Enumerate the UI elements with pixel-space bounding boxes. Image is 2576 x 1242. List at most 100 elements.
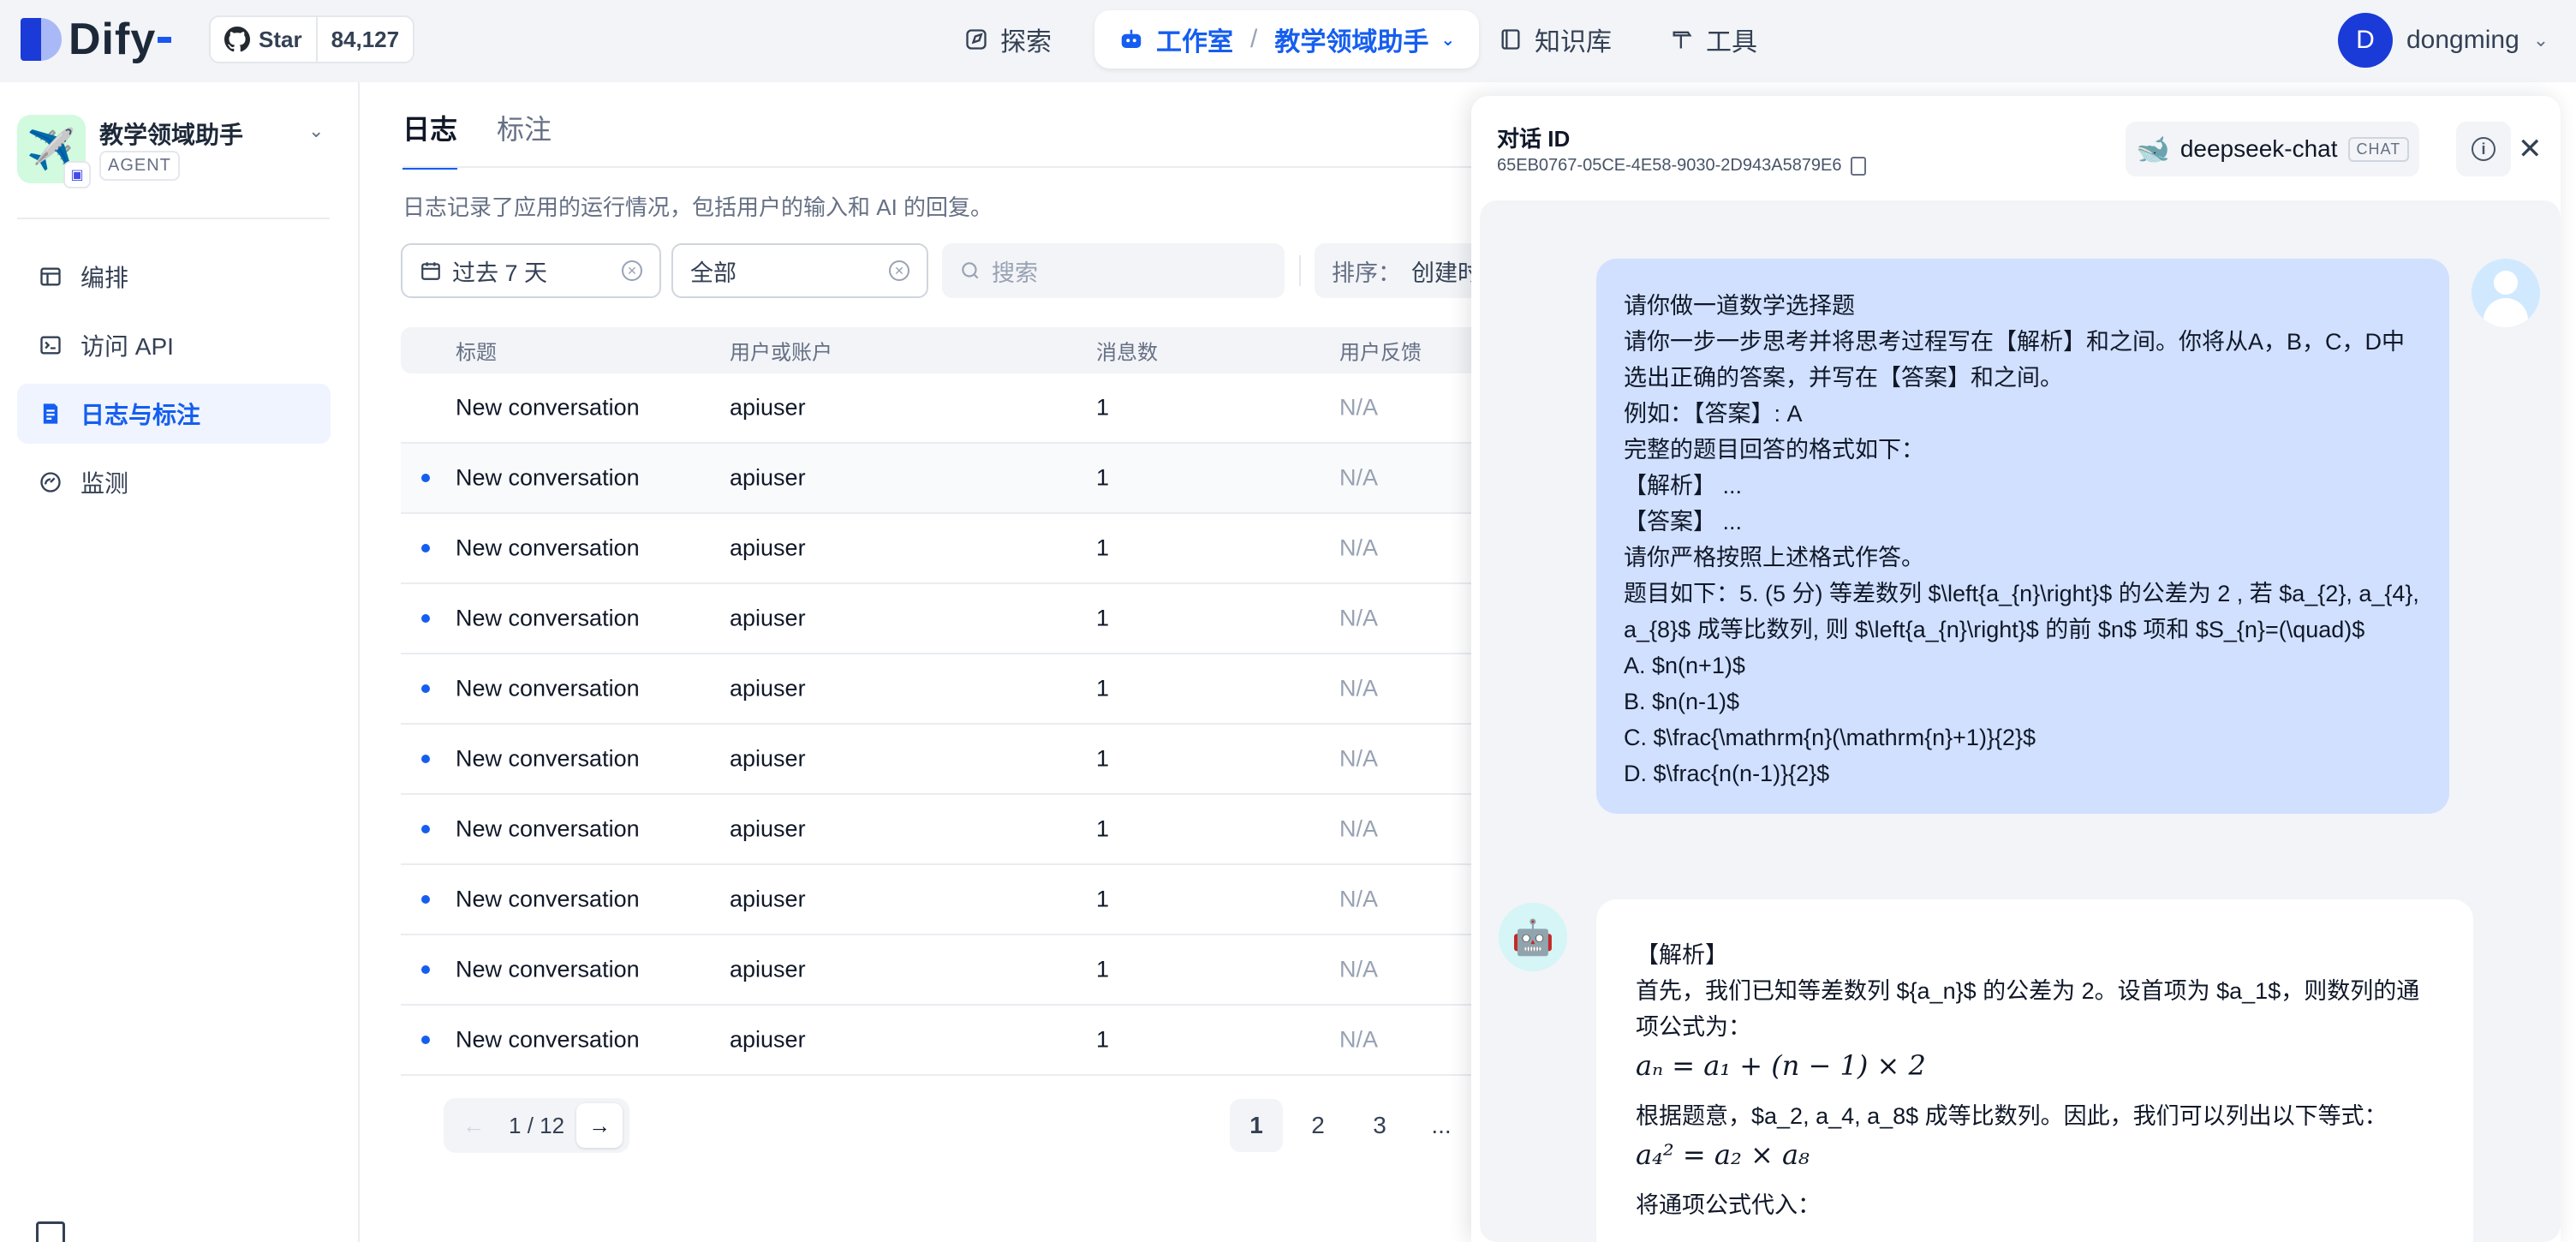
sort-select[interactable]: 排序： 创建时 <box>1315 243 1486 298</box>
cell-user: apiuser <box>730 464 806 491</box>
table-row[interactable]: New conversation apiuser 1 N/A <box>401 935 1514 1006</box>
message-line: A. $n(n+1)$ <box>1624 653 1745 678</box>
cell-user: apiuser <box>730 745 806 772</box>
github-star-widget[interactable]: Star 84,127 <box>209 15 415 63</box>
sidebar-divider <box>17 218 330 219</box>
answer-paragraph: 将通项公式代入： <box>1636 1192 1821 1218</box>
clear-icon[interactable]: ✕ <box>889 260 909 281</box>
model-info: 🐋 deepseek-chat CHAT <box>2126 122 2420 176</box>
answer-heading: 【解析】 <box>1636 942 1728 968</box>
sidebar-item-label: 编排 <box>80 265 129 291</box>
cell-user: apiuser <box>730 1026 806 1053</box>
copy-icon[interactable] <box>1850 156 1866 176</box>
table-row[interactable]: New conversation apiuser 1 N/A <box>401 795 1514 865</box>
assistant-message-bubble: 【解析】 首先，我们已知等差数列 ${a_n}$ 的公差为 2。设首项为 $a_… <box>1596 899 2473 1242</box>
cell-user: apiuser <box>730 534 806 561</box>
page-number[interactable]: 1 <box>1230 1099 1283 1152</box>
github-star-count[interactable]: 84,127 <box>315 17 414 62</box>
nav-studio[interactable]: 工作室 / 教学领域助手 ⌄ <box>1094 10 1480 69</box>
unread-dot <box>421 614 430 623</box>
cell-feedback: N/A <box>1339 956 1379 982</box>
message-line: 完整的题目回答的格式如下： <box>1624 437 1924 463</box>
conversation-detail-drawer: 对话 ID 65EB0767-05CE-4E58-9030-2D943A5879… <box>1471 96 2561 1242</box>
table-row[interactable]: New conversation apiuser 1 N/A <box>401 514 1514 584</box>
clear-icon[interactable]: ✕ <box>622 260 642 281</box>
robot-icon <box>1121 29 1142 48</box>
unread-dot <box>421 544 430 552</box>
tab-logs[interactable]: 日志 <box>402 108 458 170</box>
cell-feedback: N/A <box>1339 464 1379 491</box>
cell-messages: 1 <box>1096 745 1110 772</box>
prev-page-button[interactable]: ← <box>450 1103 497 1148</box>
nav-tools[interactable]: 工具 <box>1670 10 1757 69</box>
current-app-switcher[interactable]: 教学领域助手 <box>1274 21 1428 58</box>
app-info[interactable]: ✈️ ▣ 教学领域助手 ⌄ AGENT <box>17 115 343 218</box>
sidebar-item-monitor[interactable]: 监测 <box>17 452 331 512</box>
dify-logo[interactable]: Dify <box>19 14 172 65</box>
message-line: C. $\frac{\mathrm{n}(\mathrm{n}+1)}{2}$ <box>1624 725 2036 750</box>
current-page: 1 <box>509 1112 522 1138</box>
model-mode-badge: CHAT <box>2347 136 2410 162</box>
table-row[interactable]: New conversation apiuser 1 N/A <box>401 1006 1514 1076</box>
table-row[interactable]: New conversation apiuser 1 N/A <box>401 725 1514 795</box>
tab-annotations[interactable]: 标注 <box>497 108 552 170</box>
cell-messages: 1 <box>1096 394 1110 421</box>
model-info-button[interactable]: i <box>2456 122 2511 176</box>
cell-title: New conversation <box>456 464 640 491</box>
cell-user: apiuser <box>730 394 806 421</box>
sidebar-item-orchestrate[interactable]: 编排 <box>17 247 331 307</box>
unread-dot <box>421 1036 430 1044</box>
app-type-badge: AGENT <box>99 151 180 181</box>
message-line: 【答案】 ... <box>1624 509 1743 534</box>
cell-messages: 1 <box>1096 956 1110 982</box>
formula: aₙ = a₁ + (n − 1) × 2 <box>1636 1049 1926 1082</box>
chevron-down-icon: ⌄ <box>2532 29 2549 51</box>
page-number[interactable]: 2 <box>1291 1099 1345 1152</box>
info-icon: i <box>2472 137 2496 161</box>
chevron-down-icon[interactable]: ⌄ <box>308 120 324 142</box>
app-sidebar: ✈️ ▣ 教学领域助手 ⌄ AGENT 编排 访问 API 日志与标注 监测 <box>0 82 360 1242</box>
search-placeholder: 搜索 <box>992 260 1038 286</box>
status-filter-select[interactable]: 全部 ✕ <box>671 243 928 298</box>
nav-separator: / <box>1250 25 1258 53</box>
chevron-down-icon[interactable]: ⌄ <box>1440 29 1455 51</box>
model-name: deepseek-chat <box>2179 135 2338 162</box>
cell-title: New conversation <box>456 534 640 561</box>
cell-title: New conversation <box>456 745 640 772</box>
conversation-id-label: 对话 ID <box>1497 126 1571 152</box>
table-row[interactable]: New conversation apiuser 1 N/A <box>401 865 1514 935</box>
nav-explore[interactable]: 探索 <box>964 10 1052 69</box>
cell-messages: 1 <box>1096 675 1110 702</box>
sort-label: 排序： <box>1332 260 1401 286</box>
page-number[interactable]: 3 <box>1353 1099 1406 1152</box>
column-user: 用户或账户 <box>730 341 832 365</box>
logo-mark-icon <box>19 15 63 64</box>
close-icon[interactable]: ✕ <box>2518 132 2543 166</box>
cell-messages: 1 <box>1096 886 1110 912</box>
nav-knowledge[interactable]: 知识库 <box>1499 10 1612 69</box>
column-messages: 消息数 <box>1096 341 1158 365</box>
table-row[interactable]: New conversation apiuser 1 N/A <box>401 373 1514 444</box>
unread-dot <box>421 965 430 974</box>
sidebar-item-logs[interactable]: 日志与标注 <box>17 384 331 444</box>
table-row[interactable]: New conversation apiuser 1 N/A <box>401 654 1514 725</box>
page-numbers: 1 2 3 ... <box>1230 1098 1468 1153</box>
sidebar-item-api[interactable]: 访问 API <box>17 315 331 375</box>
user-avatar[interactable]: D <box>2338 13 2393 68</box>
filter-divider <box>1299 255 1301 286</box>
cell-feedback: N/A <box>1339 886 1379 912</box>
column-feedback: 用户反馈 <box>1339 341 1422 365</box>
search-input[interactable]: 搜索 <box>942 243 1285 298</box>
github-star-button[interactable]: Star <box>211 17 316 62</box>
user-menu[interactable]: D dongming ⌄ <box>2338 12 2549 69</box>
sidebar-item-label: 访问 API <box>80 333 174 360</box>
table-row[interactable]: New conversation apiuser 1 N/A <box>401 584 1514 654</box>
page-ellipsis: ... <box>1431 1112 1452 1138</box>
nav-explore-label: 探索 <box>1000 28 1052 57</box>
sidebar-collapse-icon[interactable] <box>36 1221 65 1242</box>
next-page-button[interactable]: → <box>576 1103 623 1148</box>
table-row[interactable]: New conversation apiuser 1 N/A <box>401 444 1514 514</box>
date-range-select[interactable]: 过去 7 天 ✕ <box>401 243 661 298</box>
message-line: 【解析】 ... <box>1624 473 1743 499</box>
user-avatar-icon <box>2472 259 2540 327</box>
